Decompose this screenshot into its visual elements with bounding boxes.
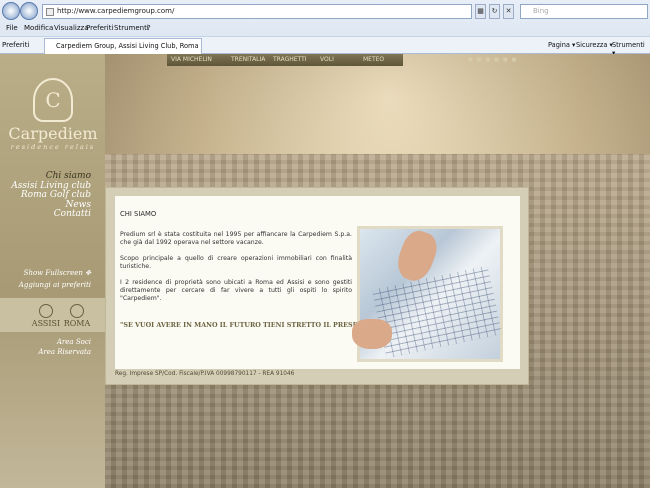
content-panel: CHI SIAMO Predium srl è stata costituita… [105, 187, 529, 385]
tab-title: Carpediem Group, Assisi Living Club, Rom… [56, 42, 201, 50]
logo-name: Carpediem [8, 124, 98, 143]
menu-modifica[interactable]: Modifica [24, 24, 53, 32]
fullscreen-icon: ✥ [85, 269, 91, 277]
menu-file[interactable]: File [6, 24, 18, 32]
brand-strip: ASSISI ROMA [0, 298, 105, 332]
forward-button[interactable] [20, 2, 38, 20]
refresh-icon[interactable]: ↻ [489, 4, 500, 19]
utility-links: Show Fullscreen ✥ Aggiungi ai preferiti [19, 267, 91, 291]
address-text: http://www.carpediemgroup.com/ [57, 7, 175, 15]
top-links-bar: VIA MICHELIN TRENITALIA TRAGHETTI VOLI M… [167, 54, 403, 66]
paragraph-1: Predium srl è stata costituita nel 1995 … [120, 231, 352, 246]
blueprint-photo [352, 226, 503, 362]
assisi-label: ASSISI [31, 319, 61, 328]
roma-emblem-icon [70, 304, 84, 318]
compatibility-icon[interactable]: ▦ [475, 4, 486, 19]
assisi-emblem-icon [39, 304, 53, 318]
site-logo[interactable]: C Carpediem residence relais [8, 78, 98, 151]
area-soci-link[interactable]: Area Soci [38, 337, 91, 347]
logo-mark: C [33, 78, 73, 122]
section-heading: CHI SIAMO [120, 210, 157, 218]
link-traghetti[interactable]: TRAGHETTI [273, 54, 307, 66]
show-fullscreen-label: Show Fullscreen [23, 269, 83, 277]
tool-sicurezza[interactable]: Sicurezza ▾ [576, 41, 613, 49]
menu-bar: File Modifica Visualizza Preferiti Strum… [0, 21, 650, 36]
favorites-bar: Preferiti Carpediem Group, Assisi Living… [0, 36, 650, 57]
stop-icon[interactable]: ✕ [503, 4, 514, 19]
link-trenitalia[interactable]: TRENITALIA [231, 54, 265, 66]
link-voli[interactable]: VOLI [320, 54, 334, 66]
menu-preferiti[interactable]: Preferiti [86, 24, 113, 32]
search-input[interactable]: Bing [520, 4, 648, 19]
logo-subtitle: residence relais [10, 143, 96, 151]
add-favorites-link[interactable]: Aggiungi ai preferiti [19, 279, 91, 291]
slideshow-controls[interactable]: ■■■■■■ [468, 54, 540, 66]
search-placeholder: Bing [533, 7, 549, 15]
show-fullscreen-link[interactable]: Show Fullscreen ✥ [19, 267, 91, 279]
menu-visualizza[interactable]: Visualizza [54, 24, 88, 32]
browser-tab[interactable]: Carpediem Group, Assisi Living Club, Rom… [44, 38, 202, 54]
page-favicon-icon [46, 8, 54, 16]
blueprint-image [372, 265, 502, 359]
back-button[interactable] [2, 2, 20, 20]
member-area-links: Area Soci Area Riservata [38, 337, 91, 357]
content-body: CHI SIAMO Predium srl è stata costituita… [115, 196, 520, 369]
menu-help[interactable]: ? [147, 24, 151, 32]
assisi-brand-link[interactable]: ASSISI [31, 304, 61, 328]
favorites-button[interactable]: Preferiti [2, 41, 29, 49]
nav-contatti[interactable]: Contatti [11, 209, 91, 220]
address-bar[interactable]: http://www.carpediemgroup.com/ [42, 4, 472, 19]
browser-toolbar: http://www.carpediemgroup.com/ ▦ ↻ ✕ Bin… [0, 0, 650, 57]
link-via-michelin[interactable]: VIA MICHELIN [171, 54, 212, 66]
roma-brand-link[interactable]: ROMA [62, 304, 92, 328]
tool-pagina[interactable]: Pagina ▾ [548, 41, 575, 49]
company-footer: Reg. Imprese SP/Cod. Fiscale/P.IVA 00998… [115, 371, 295, 377]
menu-strumenti[interactable]: Strumenti [114, 24, 149, 32]
sidebar: C Carpediem residence relais Chi siamo A… [0, 54, 105, 488]
motto-quote: "SE VUOI AVERE IN MANO IL FUTURO TIENI S… [120, 321, 377, 329]
web-page: VIA MICHELIN TRENITALIA TRAGHETTI VOLI M… [0, 54, 650, 488]
hand-image [352, 319, 392, 349]
paragraph-3: I 2 residence di proprietà sono ubicati … [120, 279, 352, 302]
area-riservata-link[interactable]: Area Riservata [38, 347, 91, 357]
paragraph-2: Scopo principale a quello di creare oper… [120, 255, 352, 270]
main-nav: Chi siamo Assisi Living club Roma Golf c… [11, 171, 91, 220]
roma-label: ROMA [63, 319, 91, 328]
link-meteo[interactable]: METEO [363, 54, 384, 66]
